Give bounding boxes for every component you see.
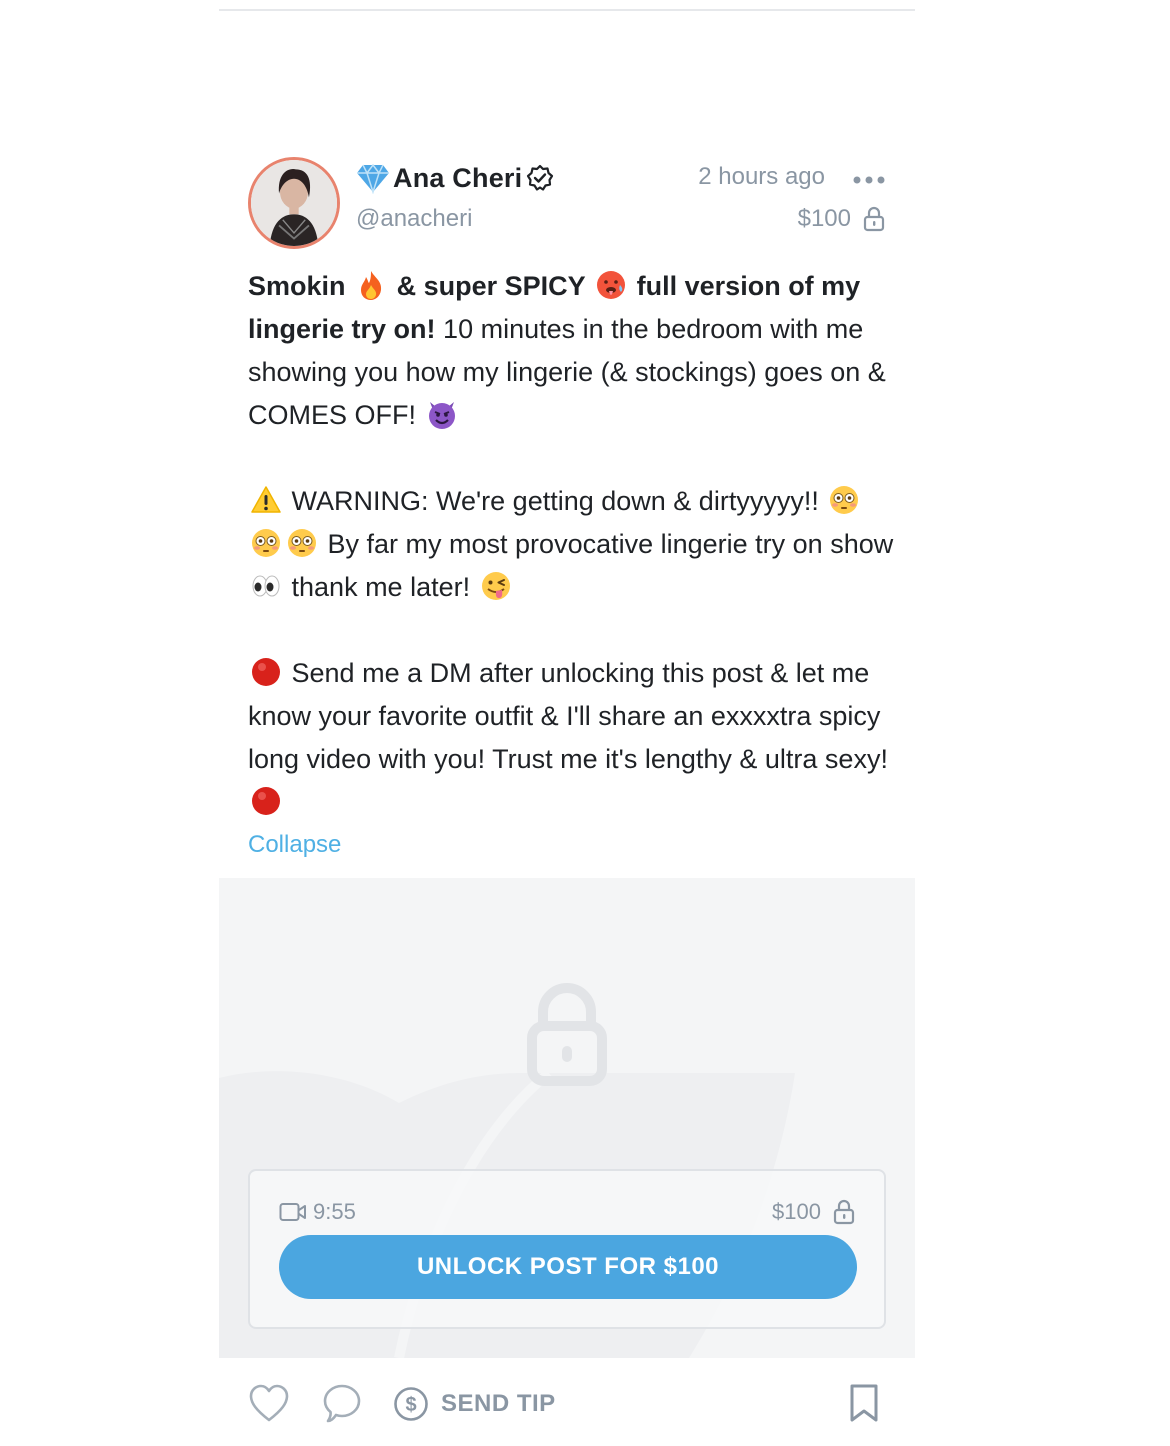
red-circle-emoji-icon: [250, 785, 282, 817]
lock-icon: [863, 206, 885, 232]
locked-media: 9:55 $100 UNLOCK POST FOR $100: [219, 878, 915, 1358]
svg-text:$: $: [405, 1394, 416, 1416]
red-circle-emoji-icon: [250, 656, 282, 688]
flushed-emoji-icon: [828, 484, 860, 516]
video-camera-icon: [279, 1203, 306, 1221]
post-price: $100: [798, 205, 885, 233]
comment-icon[interactable]: [322, 1380, 362, 1426]
send-tip-button[interactable]: $ SEND TIP: [393, 1386, 556, 1422]
video-meta: 9:55: [279, 1199, 356, 1225]
unlock-post-button[interactable]: UNLOCK POST FOR $100: [279, 1235, 857, 1299]
send-tip-label: SEND TIP: [441, 1390, 556, 1417]
text-p3-a: Send me a DM after unlocking this post &…: [248, 658, 888, 774]
verified-icon: [527, 164, 554, 191]
more-options-icon[interactable]: [852, 170, 886, 190]
avatar[interactable]: [248, 157, 340, 249]
big-lock-icon: [527, 983, 607, 1086]
author-handle[interactable]: @anacheri: [356, 205, 472, 233]
video-duration: 9:55: [313, 1199, 356, 1224]
winking-tongue-emoji-icon: [480, 570, 512, 602]
collapse-link[interactable]: Collapse: [248, 831, 341, 859]
warning-emoji-icon: [250, 484, 282, 516]
unlock-panel: 9:55 $100 UNLOCK POST FOR $100: [248, 1169, 886, 1329]
media-price: $100: [772, 1199, 855, 1225]
post-price-text: $100: [797, 205, 851, 232]
bookmark-icon[interactable]: [848, 1380, 880, 1426]
dollar-circle-icon: $: [394, 1387, 428, 1421]
hot-face-emoji-icon: [595, 269, 627, 301]
flushed-emoji-icon: [250, 527, 282, 559]
text-p2-a: WARNING: We're getting down & dirtyyyyy!…: [291, 486, 819, 516]
heart-icon[interactable]: [248, 1380, 290, 1426]
flushed-emoji-icon: [286, 527, 318, 559]
post-actions: $ SEND TIP: [248, 1380, 888, 1430]
text-p2-c: thank me later!: [291, 572, 471, 602]
eyes-emoji-icon: [250, 570, 282, 602]
author-name[interactable]: Ana Cheri: [393, 163, 522, 194]
post-time[interactable]: 2 hours ago: [698, 163, 825, 191]
lock-icon: [833, 1199, 855, 1225]
fire-emoji-icon: [355, 269, 387, 301]
top-divider: [219, 9, 915, 11]
devil-emoji-icon: [426, 398, 458, 430]
text-p1-bold-b: & super SPICY: [396, 271, 586, 301]
post-text: Smokin & super SPICY full version of my …: [248, 265, 898, 824]
text-p2-b: By far my most provocative lingerie try …: [327, 529, 894, 559]
media-price-text: $100: [772, 1199, 821, 1224]
text-p1-bold-a: Smokin: [248, 271, 346, 301]
gem-icon: [357, 163, 389, 194]
